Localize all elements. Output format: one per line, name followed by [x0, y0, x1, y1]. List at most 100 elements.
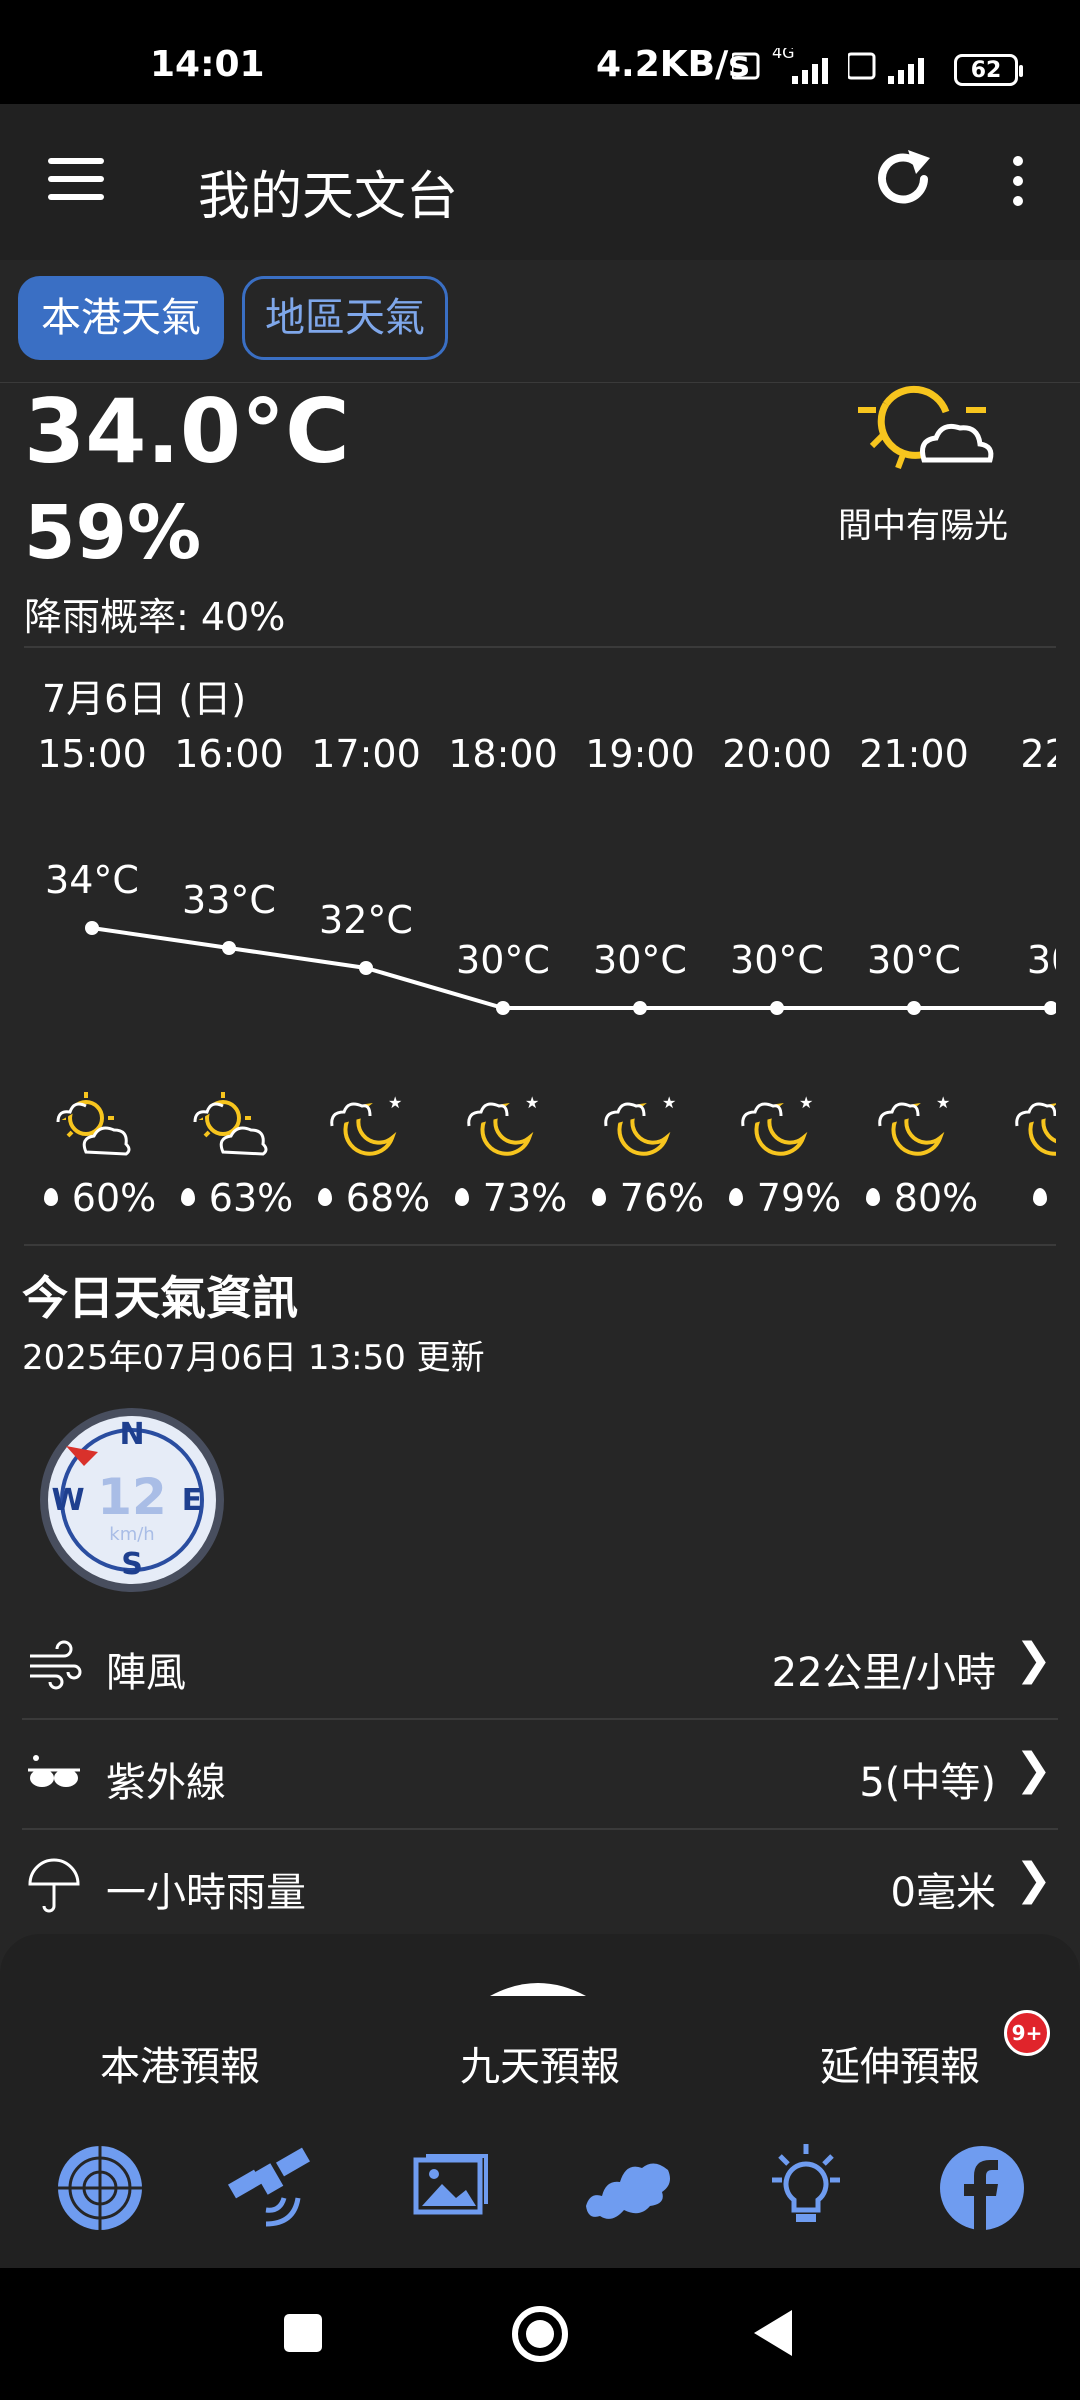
hour-label: 19:00 — [585, 732, 695, 776]
moon-cloud-icon: ★ — [604, 1093, 676, 1156]
tab-bar: 本港天氣 地區天氣 — [0, 260, 1080, 383]
wind-compass[interactable]: N E S W 12 km/h — [36, 1404, 228, 1596]
back-button[interactable] — [752, 2308, 796, 2358]
precip-value: 76% — [619, 1176, 705, 1220]
divider — [24, 646, 1056, 648]
temperature-point — [496, 1001, 510, 1015]
current-temperature: 34.0°C — [24, 380, 350, 483]
sun-cloud-icon — [193, 1092, 268, 1156]
svg-text:★: ★ — [662, 1093, 676, 1112]
sunglasses-icon — [28, 1755, 80, 1787]
hour-label: 17:00 — [311, 732, 421, 776]
signal-2-icon — [848, 52, 924, 84]
temperature-label: 30 — [1026, 938, 1056, 982]
wind-icon — [30, 1640, 82, 1690]
temperature-point — [222, 941, 236, 955]
app-title: 我的天文台 — [198, 167, 459, 227]
tab-local-forecast[interactable]: 本港預報 — [30, 2034, 330, 2092]
precip-chance: 8 — [989, 1176, 1056, 1220]
svg-text:★: ★ — [936, 1093, 950, 1112]
precip-value: 63% — [208, 1176, 294, 1220]
temperature-point — [907, 1001, 921, 1015]
recent-apps-button[interactable] — [284, 2314, 322, 2352]
uv-label: 紫外線 — [106, 1760, 226, 1806]
lightbulb-icon[interactable] — [758, 2140, 854, 2236]
forecast-date: 7月6日 (日) — [42, 677, 247, 721]
temperature-chart — [85, 921, 1056, 1015]
svg-text:★: ★ — [525, 1093, 539, 1112]
rain-chance: 降雨概率: 40% — [24, 595, 286, 639]
notification-badge: 9+ — [1004, 2010, 1050, 2056]
chevron-right-icon: ❯ — [1015, 1854, 1052, 1905]
status-net-speed: 4.2KB/s — [596, 44, 750, 85]
facebook-icon[interactable] — [934, 2140, 1030, 2236]
moon-cloud-icon: ★ — [741, 1093, 813, 1156]
hour-label: 15:00 — [37, 732, 147, 776]
rainfall-label: 一小時雨量 — [106, 1870, 306, 1916]
hk-map-icon[interactable] — [580, 2140, 676, 2236]
precip-chance: 79% — [715, 1176, 855, 1220]
info-row-uv[interactable]: 紫外線 5(中等) ❯ — [22, 1720, 1058, 1830]
weather-description: 間中有陽光 — [838, 506, 1008, 546]
tab-district-weather[interactable]: 地區天氣 — [242, 276, 448, 360]
chevron-right-icon: ❯ — [1015, 1634, 1052, 1685]
net-type: 4G — [772, 48, 795, 62]
umbrella-icon — [28, 1858, 80, 1913]
precip-value: 79% — [756, 1176, 842, 1220]
tab-extended-forecast[interactable]: 延伸預報 — [750, 2034, 1050, 2092]
hourly-forecast[interactable]: 15:00 34°C 60% 16:00 33°C 63% 17:00 32°C ★ 68% 18:… — [0, 716, 1056, 1246]
radar-icon[interactable] — [52, 2140, 148, 2236]
raindrop-icon — [454, 1187, 469, 1206]
temperature-label: 33°C — [182, 878, 276, 922]
gust-label: 陣風 — [106, 1650, 186, 1696]
info-title: 今日天氣資訊 — [22, 1271, 298, 1325]
wind-unit: km/h — [109, 1524, 154, 1545]
expand-handle-icon[interactable] — [490, 1974, 586, 1998]
raindrop-icon — [728, 1187, 743, 1206]
moon-cloud-icon: ★ — [878, 1093, 950, 1156]
satellite-icon[interactable] — [222, 2140, 318, 2236]
svg-text:★: ★ — [799, 1093, 813, 1112]
info-row-rainfall[interactable]: 一小時雨量 0毫米 ❯ — [22, 1830, 1058, 1938]
status-time: 14:01 — [150, 44, 265, 85]
divider — [24, 1244, 1056, 1246]
raindrop-icon — [591, 1187, 606, 1206]
precip-value: 68% — [345, 1176, 431, 1220]
menu-icon[interactable] — [48, 158, 104, 202]
precip-value: 73% — [482, 1176, 568, 1220]
hour-label: 18:00 — [448, 732, 558, 776]
precip-chance: 73% — [441, 1176, 581, 1220]
raindrop-icon — [180, 1187, 195, 1206]
battery-icon: 62 — [954, 54, 1023, 86]
sun-cloud-icon — [858, 385, 994, 470]
photo-icon[interactable] — [404, 2140, 500, 2236]
refresh-icon[interactable] — [868, 144, 938, 214]
info-updated-time: 2025年07月06日 13:50 更新 — [22, 1338, 485, 1378]
hour-label: 16:00 — [174, 732, 284, 776]
temperature-point — [633, 1001, 647, 1015]
sun-cloud-icon — [56, 1092, 131, 1156]
precip-value: 80% — [893, 1176, 979, 1220]
tab-local-weather[interactable]: 本港天氣 — [18, 276, 224, 360]
home-button[interactable] — [512, 2306, 568, 2362]
compass-n: N — [119, 1417, 144, 1452]
precip-chance: 63% — [167, 1176, 307, 1220]
temperature-label: 30°C — [867, 938, 961, 982]
status-bar: 14:01 4.2KB/s 4G 62 — [0, 0, 1080, 104]
tab-nine-day-forecast[interactable]: 九天預報 — [390, 2034, 690, 2092]
uv-value: 5(中等) — [859, 1760, 996, 1806]
raindrop-icon — [1032, 1187, 1047, 1206]
info-row-gust[interactable]: 陣風 22公里/小時 ❯ — [22, 1610, 1058, 1720]
temperature-point — [1044, 1001, 1056, 1015]
rainfall-value: 0毫米 — [890, 1870, 996, 1916]
precip-chance: 80% — [852, 1176, 992, 1220]
temperature-label: 32°C — [319, 898, 413, 942]
system-nav-bar — [0, 2268, 1080, 2400]
bottom-sheet: 本港預報 九天預報 延伸預報 — [0, 1934, 1080, 2268]
temperature-point — [85, 921, 99, 935]
compass-s: S — [121, 1547, 143, 1582]
raindrop-icon — [317, 1187, 332, 1206]
moon-cloud-icon: ★ — [1015, 1102, 1056, 1156]
temperature-label: 30°C — [456, 938, 550, 982]
more-vert-icon[interactable] — [1008, 156, 1028, 216]
